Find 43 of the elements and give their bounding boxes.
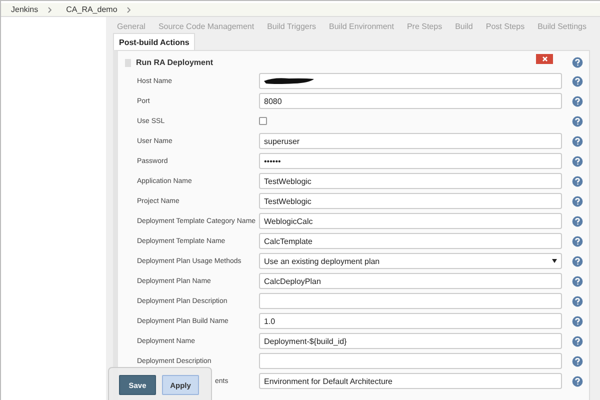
password-field[interactable]: ••••••: [259, 153, 562, 169]
caret-icon: [552, 259, 557, 263]
checkbox[interactable]: [259, 117, 267, 125]
text-field[interactable]: TestWeblogic: [259, 193, 562, 209]
help-icon[interactable]: [572, 296, 583, 306]
help-icon[interactable]: [572, 316, 583, 326]
text-field[interactable]: [259, 293, 562, 309]
help-icon[interactable]: [572, 116, 583, 126]
text-field[interactable]: [259, 353, 562, 369]
close-icon: [542, 56, 548, 62]
help-icon[interactable]: [572, 236, 583, 246]
help-icon[interactable]: [572, 156, 583, 166]
tab[interactable]: Post-build Actions: [113, 33, 196, 50]
breadcrumb-link[interactable]: CA_RA_demo: [66, 5, 118, 14]
section-title: Run RA Deployment: [136, 58, 214, 67]
help-icon[interactable]: [572, 256, 583, 266]
text-field[interactable]: 8080: [259, 93, 562, 109]
chevron-icon: [127, 6, 132, 12]
help-icon[interactable]: [572, 196, 583, 206]
help-icon[interactable]: [572, 57, 583, 68]
delete-button[interactable]: [536, 54, 553, 64]
help-icon[interactable]: [572, 136, 583, 146]
text-field[interactable]: TestWeblogic: [259, 173, 562, 189]
help-icon[interactable]: [572, 216, 583, 226]
text-field[interactable]: Environment for Default Architecture: [259, 373, 562, 389]
help-icon[interactable]: [572, 96, 583, 106]
text-field[interactable]: CalcDeployPlan: [259, 273, 562, 289]
text-field[interactable]: WeblogicCalc: [259, 213, 562, 229]
help-icon[interactable]: [572, 276, 583, 286]
text-field[interactable]: Deployment-${build_id}: [259, 333, 562, 349]
text-field[interactable]: 1.0: [259, 313, 562, 329]
text-field[interactable]: [259, 73, 562, 89]
help-icon[interactable]: [572, 176, 583, 186]
chevron-icon: [48, 6, 52, 12]
help-icon[interactable]: [572, 356, 583, 366]
help-icon[interactable]: [572, 376, 583, 386]
dropdown[interactable]: Use an existing deployment plan: [259, 253, 562, 269]
help-icon[interactable]: [572, 336, 583, 346]
text-field[interactable]: superuser: [259, 133, 562, 149]
text-field[interactable]: CalcTemplate: [259, 233, 562, 249]
breadcrumb-link[interactable]: Jenkins: [11, 5, 38, 14]
drag-handle[interactable]: [125, 58, 131, 66]
help-icon[interactable]: [572, 76, 583, 86]
